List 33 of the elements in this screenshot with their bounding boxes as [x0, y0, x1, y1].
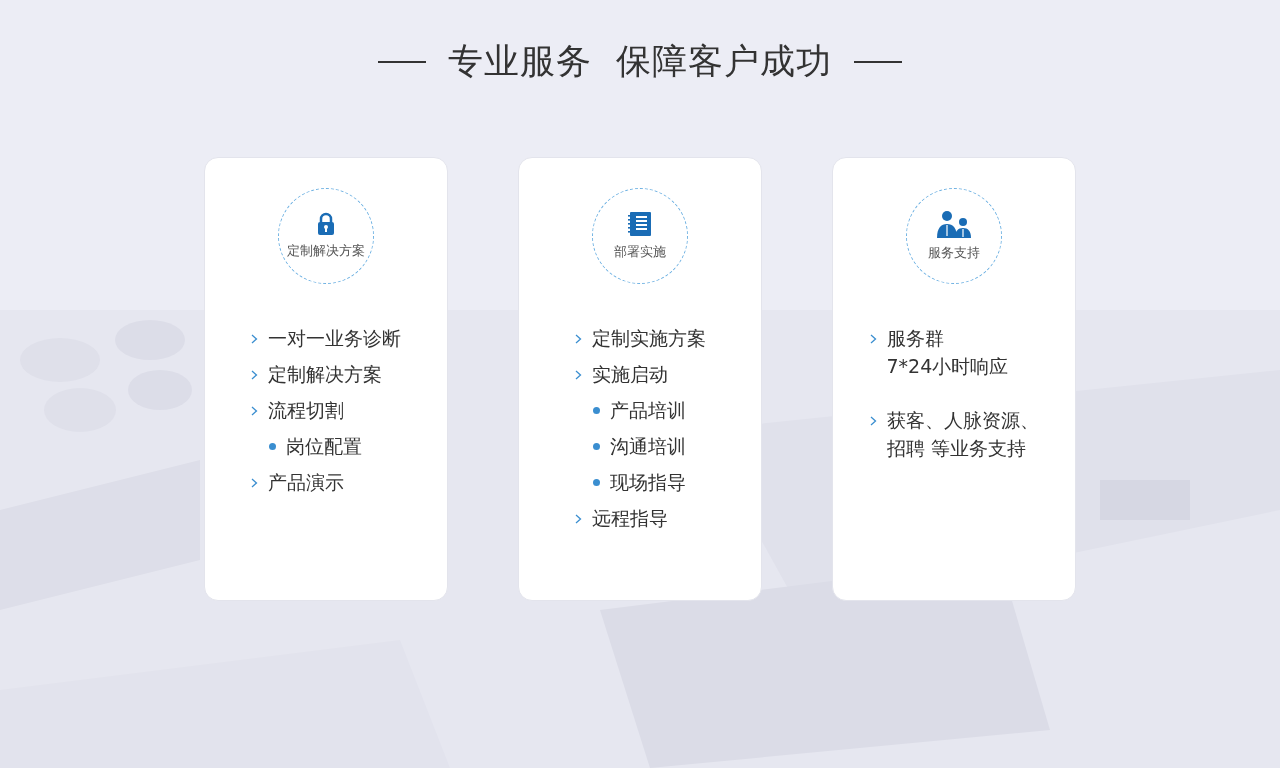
list-item-text: 现场指导 — [609, 470, 686, 495]
bullet-icon — [592, 407, 600, 414]
chevron-icon — [251, 406, 258, 416]
list-item-text: 产品演示 — [268, 470, 344, 495]
list-item-text: 定制实施方案 — [591, 326, 706, 351]
chevron-icon — [869, 334, 877, 344]
card-label: 定制解决方案 — [287, 242, 365, 260]
notebook-icon — [627, 211, 653, 237]
list-item-text: 岗位配置 — [286, 434, 362, 459]
chevron-icon — [869, 416, 877, 426]
bullet-icon — [592, 443, 600, 450]
chevron-icon — [251, 370, 258, 380]
bullet-icon — [592, 479, 600, 486]
chevron-icon — [251, 478, 258, 488]
bullet-icon — [269, 443, 276, 450]
list-item-text: 定制解决方案 — [268, 362, 382, 387]
list-item-text: 实施启动 — [591, 362, 668, 387]
chevron-icon — [574, 514, 582, 524]
chevron-icon — [574, 334, 582, 344]
list-item-text: 产品培训 — [609, 398, 686, 423]
lock-icon — [317, 212, 335, 236]
list-item-text: 服务群 7*24小时响应 — [886, 326, 1009, 379]
chevron-icon — [251, 334, 258, 344]
card-label: 部署实施 — [614, 243, 666, 261]
list-item-text: 一对一业务诊断 — [268, 326, 401, 351]
people-icon — [936, 210, 972, 238]
list-item-text: 流程切割 — [268, 398, 344, 423]
list-item-text: 获客、人脉资源、 招聘 等业务支持 — [886, 408, 1039, 461]
card-label: 服务支持 — [928, 244, 980, 262]
list-item-text: 沟通培训 — [609, 434, 686, 459]
section-heading: 专业服务 保障客户成功 — [447, 40, 833, 83]
list-item-text: 远程指导 — [591, 506, 668, 531]
chevron-icon — [574, 370, 582, 380]
